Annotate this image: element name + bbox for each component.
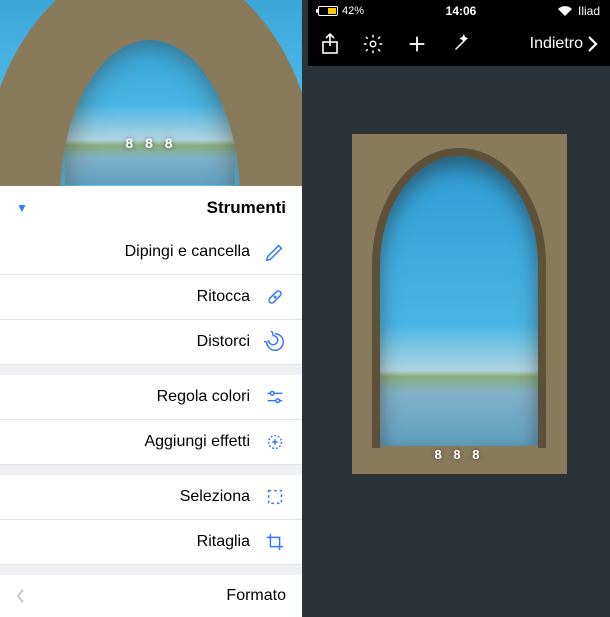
tools-header[interactable]: Strumenti ▼	[0, 186, 302, 230]
format-row[interactable]: Formato	[0, 575, 302, 617]
battery-icon	[318, 6, 338, 16]
tool-distort[interactable]: Distorci	[0, 320, 302, 365]
tool-select[interactable]: Seleziona	[0, 475, 302, 520]
select-icon	[264, 486, 286, 508]
chevron-left-icon	[16, 588, 26, 604]
arch-shadow	[372, 148, 546, 448]
photo-preview-right: 8 8 8	[352, 134, 567, 474]
status-time: 14:06	[446, 4, 477, 18]
tool-crop[interactable]: Ritaglia	[0, 520, 302, 565]
section-divider	[0, 465, 302, 475]
stone-arch	[0, 0, 302, 186]
tool-label: Ritocca	[197, 288, 250, 306]
back-button[interactable]: Indietro	[530, 35, 598, 53]
crop-icon	[264, 531, 286, 553]
tool-adjust-colors[interactable]: Regola colori	[0, 375, 302, 420]
gear-icon[interactable]	[362, 33, 384, 55]
watermark: 8 8 8	[435, 447, 484, 462]
tool-retouch[interactable]: Ritocca	[0, 275, 302, 320]
share-icon[interactable]	[320, 32, 340, 56]
format-label: Formato	[226, 587, 286, 605]
right-screenshot: Iliad 14:06 42% Indietro	[308, 0, 610, 542]
chevron-right-icon	[587, 35, 598, 53]
bandage-icon	[264, 286, 286, 308]
photo-preview-left: 8 8 8	[0, 0, 302, 186]
sparkle-icon	[264, 431, 286, 453]
tool-paint-erase[interactable]: Dipingi e cancella	[0, 230, 302, 275]
section-divider	[0, 565, 302, 575]
tool-label: Regola colori	[157, 388, 250, 406]
magic-wand-icon[interactable]	[450, 33, 472, 55]
plus-icon[interactable]	[406, 33, 428, 55]
sliders-icon	[264, 386, 286, 408]
tool-label: Aggiungi effetti	[144, 433, 250, 451]
tool-label: Dipingi e cancella	[125, 243, 250, 261]
brush-icon	[264, 241, 286, 263]
status-bar: Iliad 14:06 42%	[308, 0, 610, 22]
left-screenshot: 8 8 8 Strumenti ▼ Dipingi e cancella Rit…	[0, 0, 302, 542]
spiral-icon	[264, 331, 286, 353]
tools-panel: Strumenti ▼ Dipingi e cancella Ritocca D…	[0, 186, 302, 617]
tools-title: Strumenti	[207, 198, 286, 218]
section-divider	[0, 365, 302, 375]
tool-add-effects[interactable]: Aggiungi effetti	[0, 420, 302, 465]
tool-label: Seleziona	[180, 488, 250, 506]
back-label: Indietro	[530, 35, 583, 53]
tool-label: Distorci	[197, 333, 250, 351]
carrier-label: Iliad	[578, 4, 600, 18]
editor-toolbar: Indietro	[308, 22, 610, 66]
editor-canvas[interactable]: 8 8 8	[308, 66, 610, 542]
watermark: 8 8 8	[125, 135, 176, 151]
collapse-icon: ▼	[16, 201, 28, 215]
wifi-icon	[558, 6, 572, 16]
battery-percent: 42%	[342, 5, 364, 17]
tool-label: Ritaglia	[197, 533, 250, 551]
